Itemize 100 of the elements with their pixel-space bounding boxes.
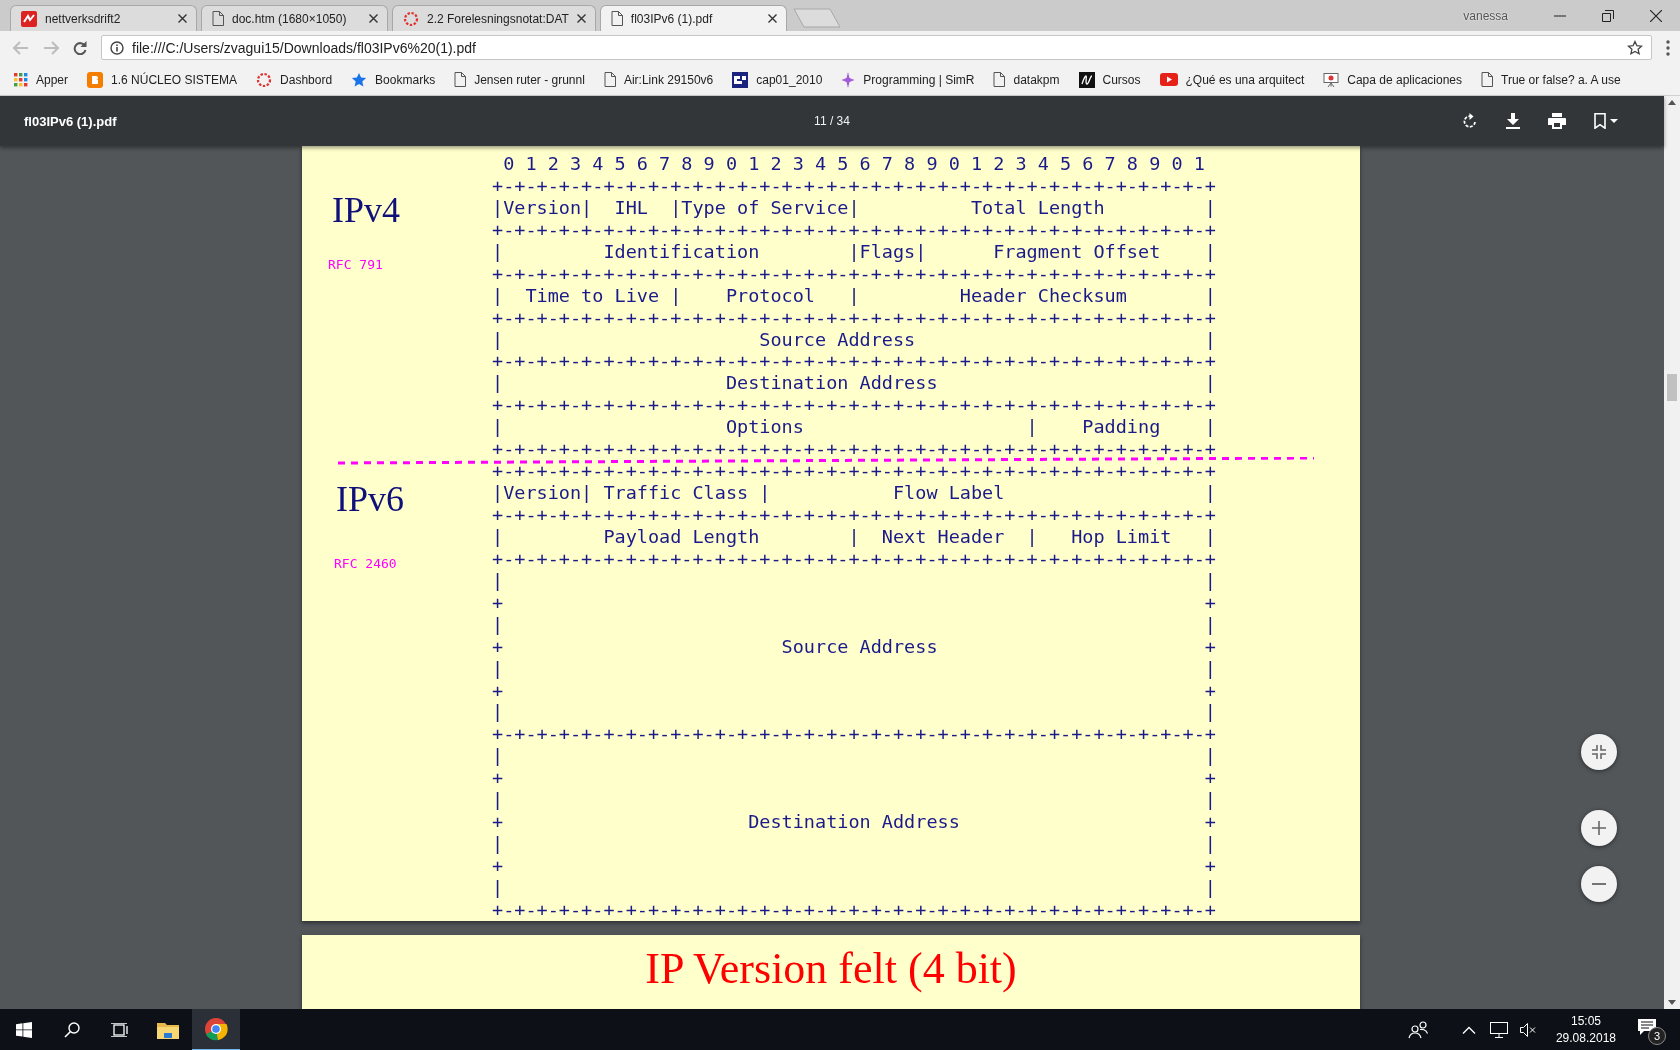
diagram-line: +-+-+-+-+-+-+-+-+-+-+-+-+-+-+-+-+-+-+-+-+-+-+-+-+-+-+-+-+-+-+-+-+ [492,547,1216,570]
print-icon[interactable] [1548,113,1566,129]
diagram-line: | Identification |Flags| Fragment Offset | [492,240,1216,263]
diagram-line: | Source Address | [492,328,1216,351]
folder-icon [157,1021,179,1039]
sparkle-icon [841,71,856,88]
restore-icon[interactable] [1602,10,1614,22]
bookmark[interactable]: True or false? a. A use [1481,70,1621,89]
close-icon[interactable] [1650,10,1662,22]
logo-icon [1078,71,1095,88]
download-icon[interactable] [1506,113,1520,129]
bookmark[interactable]: Capa de aplicaciones [1323,69,1462,90]
bookmark[interactable]: Cursos [1078,69,1141,90]
address-bar[interactable]: file:///C:/Users/zvagui15/Downloads/fl03IPv6%20(1).pdf [101,35,1652,60]
bookmark[interactable]: 1.6 NÚCLEO SISTEMA [87,69,238,90]
star-icon [351,71,368,88]
zoom-out-button[interactable] [1581,866,1617,902]
task-view-icon [111,1023,129,1037]
diagram-line: + + [492,679,1216,702]
people-icon[interactable] [1407,1021,1430,1039]
browser-tab[interactable]: fl03IPv6 (1).pdf [599,5,787,31]
reload-icon[interactable] [73,40,87,55]
close-icon[interactable] [576,14,586,23]
page-heading: IP Version felt (4 bit) [645,942,1017,995]
diagram-line: +-+-+-+-+-+-+-+-+-+-+-+-+-+-+-+-+-+-+-+-+-+-+-+-+-+-+-+-+-+-+-+-+ [492,394,1216,417]
diagram-line: | Options | Padding | [492,416,1216,439]
info-icon[interactable] [110,40,124,55]
diagram-line: |Version| Traffic Class | Flow Label | [492,482,1216,504]
diagram-line: +-+-+-+-+-+-+-+-+-+-+-+-+-+-+-+-+-+-+-+-+-+-+-+-+-+-+-+-+-+-+-+-+ [492,350,1216,373]
notification-button[interactable]: 3 [1636,1015,1666,1045]
browser-button[interactable] [192,1009,240,1050]
grid-icon [14,72,28,87]
diagram-line: |Version| IHL |Type of Service| Total Length | [492,196,1216,219]
user-name[interactable]: vanessa [1463,8,1508,23]
bookmark[interactable]: datakpm [993,70,1060,89]
diagram-line: | | [492,745,1216,768]
browser-tab[interactable]: nettverksdrift2 [10,5,197,31]
shrink-icon [1592,745,1606,759]
menu-icon[interactable] [1666,39,1670,56]
easel-icon [1323,71,1340,88]
logo-icon [732,71,749,88]
diagram-line: +-+-+-+-+-+-+-+-+-+-+-+-+-+-+-+-+-+-+-+-+-+-+-+-+-+-+-+-+-+-+-+-+ [492,504,1216,526]
diagram-line: + Destination Address + [492,811,1216,834]
diagram-line: +-+-+-+-+-+-+-+-+-+-+-+-+-+-+-+-+-+-+-+-+-+-+-+-+-+-+-+-+-+-+-+-+ [492,174,1216,197]
bookmark[interactable]: Air:Link 29150v6 [603,70,714,89]
scrollbar-thumb[interactable] [1667,374,1677,401]
bookmark[interactable]: Dashbord [256,69,333,90]
bookmark[interactable]: Jensen ruter - grunnl [454,70,585,89]
arrow-down-icon[interactable] [1668,1000,1676,1005]
zoom-in-button[interactable] [1581,810,1617,846]
app-icon [21,10,37,27]
page-icon [212,11,224,26]
dotted-circle-icon [256,71,273,88]
diagram-line: + + [492,767,1216,790]
diagram-line: | | [492,569,1216,592]
close-icon[interactable] [767,14,777,23]
diagram-line: +-+-+-+-+-+-+-+-+-+-+-+-+-+-+-+-+-+-+-+-+-+-+-+-+-+-+-+-+-+-+-+-+ [492,262,1216,285]
rfc-reference: RFC 791 [328,257,383,272]
diagram-line: +-+-+-+-+-+-+-+-+-+-+-+-+-+-+-+-+-+-+-+-+-+-+-+-+-+-+-+-+-+-+-+-+ [492,306,1216,329]
minus-icon [1592,883,1606,885]
browser-tab[interactable]: 2.2 Forelesningsnotat:DAT [392,5,596,31]
bookmark[interactable]: Programming | SimR [841,69,975,90]
bookmark[interactable]: cap01_2010 [732,69,823,90]
fit-page-button[interactable] [1581,734,1617,770]
bookmark[interactable]: ¿Qué es una arquitect [1159,70,1305,89]
diagram-line: + Source Address + [492,635,1216,658]
rfc-reference: RFC 2460 [334,556,397,571]
close-icon[interactable] [178,14,187,23]
search-icon [64,1022,80,1038]
diagram-line: | | [492,701,1216,724]
page-icon [993,72,1006,87]
chevron-up-icon[interactable] [1461,1026,1476,1034]
rotate-icon[interactable] [1462,113,1478,129]
star-icon[interactable] [1627,39,1643,56]
scrollbar[interactable] [1664,96,1680,1009]
bookmark[interactable]: Apper [14,70,69,89]
diagram-line: | | [492,876,1216,899]
clock-time[interactable]: 15:05 [1570,1013,1601,1030]
page-icon [454,72,467,87]
network-icon[interactable] [1489,1022,1508,1038]
browser-icon [204,1017,228,1041]
bookmark-icon[interactable] [1594,113,1618,129]
page-icon [610,11,623,26]
arrow-up-icon[interactable] [1668,100,1676,105]
section-title: IPv4 [332,189,400,231]
file-name: fl03IPv6 (1).pdf [24,113,118,129]
diagram-line: | | [492,789,1216,812]
clock-date[interactable]: 29.08.2018 [1555,1030,1616,1047]
close-icon[interactable] [369,14,378,23]
notification-count: 3 [1648,1027,1666,1045]
plus-icon [1592,821,1606,835]
diagram-line: +-+-+-+-+-+-+-+-+-+-+-+-+-+-+-+-+-+-+-+-+-+-+-+-+-+-+-+-+-+-+-+-+ [492,460,1216,483]
diagram-line: +-+-+-+-+-+-+-+-+-+-+-+-+-+-+-+-+-+-+-+-+-+-+-+-+-+-+-+-+-+-+-+-+ [492,898,1216,921]
diagram-line: + + [492,591,1216,614]
diagram-line: | Destination Address | [492,372,1216,395]
bookmark[interactable]: Bookmarks [351,69,436,90]
dotted-circle-icon [403,10,419,27]
browser-tab[interactable]: doc.htm (1680×1050) [201,5,388,31]
diagram-line: | | [492,657,1216,680]
speaker-muted-icon[interactable] [1519,1023,1536,1037]
